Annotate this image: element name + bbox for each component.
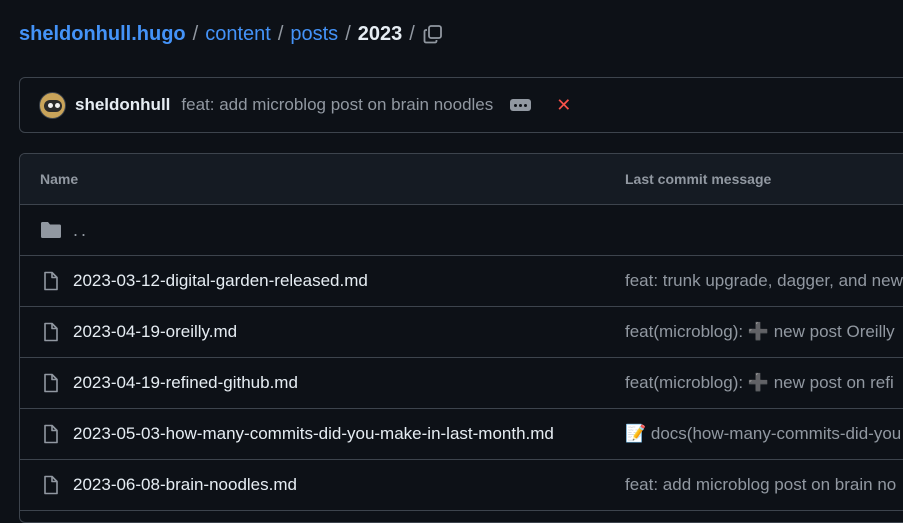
copy-path-button[interactable] [421, 22, 445, 46]
breadcrumb-content-link[interactable]: content [205, 23, 271, 46]
file-icon [44, 475, 58, 495]
file-table: Name Last commit message .. 2023-03-12-d… [19, 153, 903, 523]
file-name-link[interactable]: 2023-06-08-brain-noodles.md [73, 475, 297, 495]
file-name-link[interactable]: 2023-04-19-refined-github.md [73, 373, 298, 393]
table-row: 2023-03-12-digital-garden-released.md fe… [20, 256, 903, 307]
parent-directory-row[interactable]: .. [20, 205, 903, 256]
breadcrumb-separator: / [277, 22, 284, 45]
breadcrumb-separator: / [192, 22, 199, 45]
file-name-link[interactable]: 2023-04-19-oreilly.md [73, 322, 237, 342]
table-row: 2023-05-03-how-many-commits-did-you-make… [20, 409, 903, 460]
table-header: Name Last commit message [20, 154, 903, 205]
folder-icon [41, 222, 61, 238]
file-icon [44, 322, 58, 342]
breadcrumb-separator: / [409, 22, 415, 45]
file-commit-message[interactable]: feat: trunk upgrade, dagger, and new [625, 271, 903, 291]
file-commit-message[interactable]: feat: add microblog post on brain no [625, 475, 896, 495]
file-commit-message[interactable]: feat(microblog): ➕ new post on refi [625, 373, 894, 393]
breadcrumb-repo-link[interactable]: sheldonhull.hugo [19, 23, 186, 46]
copy-icon [423, 25, 442, 44]
expand-commit-button[interactable] [510, 99, 532, 111]
x-icon[interactable]: ✕ [556, 95, 571, 116]
table-row: 2023-04-19-refined-github.md feat(microb… [20, 358, 903, 409]
breadcrumb-separator: / [345, 22, 351, 45]
file-icon [44, 271, 58, 291]
file-name-link[interactable]: 2023-05-03-how-many-commits-did-you-make… [73, 424, 554, 444]
file-icon [44, 373, 58, 393]
breadcrumb: sheldonhull.hugo / content / posts / 202… [19, 20, 422, 48]
avatar[interactable] [39, 91, 66, 119]
breadcrumb-current: 2023 [357, 22, 403, 45]
file-commit-message[interactable]: feat(microblog): ➕ new post Oreilly [625, 322, 895, 342]
file-commit-message[interactable]: 📝 docs(how-many-commits-did-you [625, 424, 901, 444]
latest-commit-bar: sheldonhull feat: add microblog post on … [19, 77, 903, 133]
column-header-name: Name [40, 171, 79, 187]
ellipsis-icon [514, 103, 518, 107]
file-icon [44, 424, 58, 444]
commit-author[interactable]: sheldonhull [75, 95, 170, 115]
parent-directory-link[interactable]: .. [73, 220, 89, 241]
file-name-link[interactable]: 2023-03-12-digital-garden-released.md [73, 271, 368, 291]
column-header-message: Last commit message [625, 171, 772, 187]
table-row: 2023-06-08-brain-noodles.md feat: add mi… [20, 460, 903, 511]
commit-message[interactable]: feat: add microblog post on brain noodle… [181, 95, 493, 115]
table-row: 2023-04-19-oreilly.md feat(microblog): ➕… [20, 307, 903, 358]
breadcrumb-posts-link[interactable]: posts [290, 23, 338, 46]
